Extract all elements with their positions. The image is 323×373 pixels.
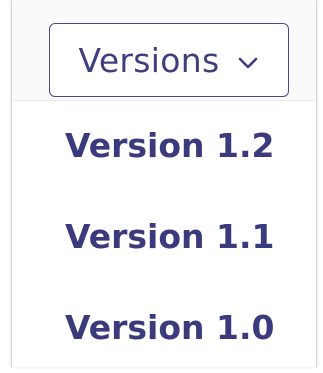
menu-item-label: Version 1.1 <box>65 217 275 256</box>
menu-item-version-1-2[interactable]: Version 1.2 <box>12 100 316 191</box>
versions-dropdown-panel: Versions Version 1.2 Version 1.1 Version… <box>11 0 317 367</box>
dropdown-header: Versions <box>12 0 316 101</box>
menu-item-label: Version 1.0 <box>65 308 275 347</box>
menu-item-label: Version 1.2 <box>65 126 275 165</box>
versions-button-label: Versions <box>78 40 220 80</box>
chevron-down-icon <box>237 56 259 70</box>
versions-menu: Version 1.2 Version 1.1 Version 1.0 <box>12 100 316 373</box>
menu-item-version-1-0[interactable]: Version 1.0 <box>12 282 316 373</box>
menu-item-version-1-1[interactable]: Version 1.1 <box>12 191 316 282</box>
versions-dropdown-button[interactable]: Versions <box>49 23 289 97</box>
